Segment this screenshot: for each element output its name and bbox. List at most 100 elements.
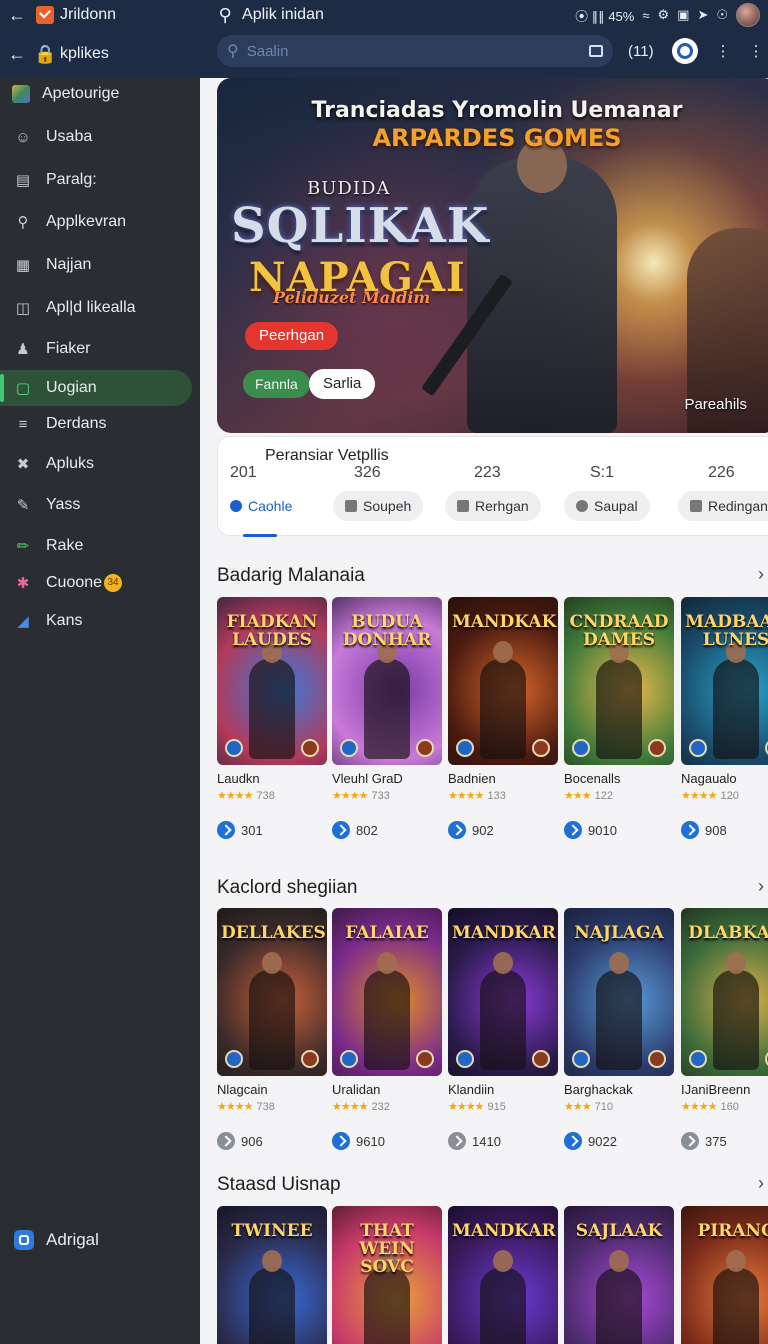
game-card[interactable]: THAT WEIN SOVC <box>332 1206 442 1344</box>
game-cover-art[interactable]: FALAIAE <box>332 908 442 1076</box>
game-title[interactable]: Vleuhl GraD <box>332 771 442 787</box>
game-cover-art[interactable]: THAT WEIN SOVC <box>332 1206 442 1344</box>
game-card[interactable]: CNDRAAD DAMES Bocenalls ★★★ 122 9010 <box>564 597 674 839</box>
game-card[interactable]: FIADKAN LAUDES Laudkn ★★★★ 738 301 <box>217 597 327 839</box>
game-cover-art[interactable]: MANDKAR <box>448 1206 558 1344</box>
search-field-icon: ⚲ <box>227 43 239 60</box>
profile-ring-icon[interactable] <box>671 38 698 64</box>
tab-saupal[interactable]: Saupal <box>564 491 650 521</box>
game-cover-art[interactable]: DELLAKES <box>217 908 327 1076</box>
download-count[interactable]: 375 <box>681 1132 768 1150</box>
game-cover-art[interactable]: FIADKAN LAUDES <box>217 597 327 765</box>
download-count[interactable]: 908 <box>681 821 768 839</box>
hero-tag-white[interactable]: Sarlia <box>309 369 376 399</box>
sidebar-item-12[interactable]: ✱ Cuoone 34 <box>0 565 192 601</box>
sidebar-item-6[interactable]: ♟ Fiaker <box>0 331 192 367</box>
game-cover-art[interactable]: NAJLAGA <box>564 908 674 1076</box>
game-cover-art[interactable]: BUDUA DONHAR <box>332 597 442 765</box>
download-count[interactable]: 902 <box>448 821 558 839</box>
sidebar-item-2[interactable]: ▤ Paralg: <box>0 162 192 198</box>
sidebar-item-4[interactable]: ▦ Najjan <box>0 247 192 283</box>
tab-soupeh[interactable]: Soupeh <box>333 491 424 521</box>
chevron-right-icon[interactable]: › <box>758 876 764 897</box>
game-cover-art[interactable]: MANDKAR <box>448 908 558 1076</box>
search-icon: ⚲ <box>17 214 29 231</box>
sidebar-item-13[interactable]: ◢ Kans <box>0 603 192 639</box>
game-card[interactable]: DLABKAR IJaniBreenn ★★★★160 375 <box>681 908 768 1150</box>
sidebar-item-11[interactable]: ✏ Rake <box>0 528 192 564</box>
game-card[interactable]: DELLAKES Nlagcain ★★★★ 738 906 <box>217 908 327 1150</box>
game-title[interactable]: Nagaualo <box>681 771 768 787</box>
download-count[interactable]: 9022 <box>564 1132 674 1150</box>
game-card[interactable]: BUDUA DONHAR Vleuhl GraD ★★★★ 733 802 <box>332 597 442 839</box>
game-card[interactable]: MANDKAR Klandiin ★★★★ 915 1410 <box>448 908 558 1150</box>
game-title[interactable]: Klandiin <box>448 1082 558 1098</box>
back-arrow-icon[interactable]: ← <box>0 5 34 26</box>
game-title[interactable]: Nlagcain <box>217 1082 327 1098</box>
game-cover-art[interactable]: TWINEE <box>217 1206 327 1344</box>
sidebar-item-3[interactable]: ⚲ Applkevran <box>0 204 192 240</box>
search-icon[interactable]: ⚲ <box>208 5 242 26</box>
sidebar-item-0[interactable]: Apetourige <box>0 76 192 112</box>
game-cover-art[interactable]: MANDKAK <box>448 597 558 765</box>
tab-rerhgan[interactable]: Rerhgan <box>445 491 541 521</box>
download-count[interactable]: 9010 <box>564 821 674 839</box>
game-title[interactable]: Laudkn <box>217 771 327 787</box>
search-input[interactable]: ⚲ Saalin <box>217 35 613 67</box>
game-card[interactable]: MADBAAR LUNES Nagaualo ★★★★120 908 <box>681 597 768 839</box>
chevron-right-icon[interactable]: › <box>758 1173 764 1194</box>
chevron-right-icon[interactable]: › <box>758 564 764 585</box>
download-count[interactable]: 1410 <box>448 1132 558 1150</box>
tab-counter[interactable]: (11) <box>628 43 654 60</box>
genre-badge-icon <box>416 739 434 757</box>
game-card[interactable]: TWINEE <box>217 1206 327 1344</box>
download-count[interactable]: 802 <box>332 821 442 839</box>
download-count[interactable]: 9610 <box>332 1132 442 1150</box>
app-square-icon <box>14 1230 34 1250</box>
sidebar-item-7-active[interactable]: ▢ Uogian <box>0 370 192 406</box>
game-cover-art[interactable]: SAJLAAK <box>564 1206 674 1344</box>
avatar[interactable] <box>736 3 760 27</box>
notification-icon[interactable]: ➤ <box>697 7 708 23</box>
game-cover-art[interactable]: CNDRAAD DAMES <box>564 597 674 765</box>
game-title[interactable]: Bocenalls <box>564 771 674 787</box>
user-icon: ☺ <box>15 128 31 146</box>
download-count[interactable]: 906 <box>217 1132 327 1150</box>
hero-tag-green[interactable]: Fannla <box>243 370 310 398</box>
game-cover-art[interactable]: DLABKAR <box>681 908 768 1076</box>
overflow-menu-icon[interactable]: ⋮ <box>749 42 764 60</box>
game-title[interactable]: IJaniBreenn <box>681 1082 768 1098</box>
game-cover-art[interactable]: PIRANC <box>681 1206 768 1344</box>
sidebar-item-10[interactable]: ✎ Yass <box>0 487 192 523</box>
game-cover-art[interactable]: MADBAAR LUNES <box>681 597 768 765</box>
game-card[interactable]: FALAIAE Uralidan ★★★★ 232 9610 <box>332 908 442 1150</box>
hero-primary-button[interactable]: Peerhgan <box>245 322 339 350</box>
game-title[interactable]: Uralidan <box>332 1082 442 1098</box>
game-card[interactable]: SAJLAAK <box>564 1206 674 1344</box>
sidebar-item-9[interactable]: ✖ Apluks <box>0 446 192 482</box>
sidebar-item-5[interactable]: ◫ Apl|d likealla <box>0 290 192 326</box>
sidebar-item-label: Applkevran <box>46 213 127 230</box>
game-title[interactable]: Badnien <box>448 771 558 787</box>
game-card[interactable]: MANDKAR <box>448 1206 558 1344</box>
sidebar-item-1[interactable]: ☺ Usaba <box>0 119 192 155</box>
game-card[interactable]: NAJLAGA Barghackak ★★★ 710 9022 <box>564 908 674 1150</box>
sidebar-bottom-item[interactable]: Adrigal <box>14 1230 99 1250</box>
tabs-icon[interactable] <box>589 45 603 57</box>
sidebar-item-8[interactable]: ≡ Derdans <box>0 406 192 442</box>
game-card[interactable]: MANDKAK Badnien ★★★★ 133 902 <box>448 597 558 839</box>
hero-subheadline: ARPARDES GOMES <box>372 124 622 152</box>
tab-redingan[interactable]: Redingan <box>678 491 768 521</box>
status-text: ⦿ ∥∥ 45% <box>575 8 635 24</box>
game-title[interactable]: Barghackak <box>564 1082 674 1098</box>
hero-banner[interactable]: Tranciadas Yromolin Uemanar ARPARDES GOM… <box>217 78 768 433</box>
more-menu-icon[interactable]: ⋮ <box>716 42 731 60</box>
back-icon[interactable]: ← <box>0 44 34 65</box>
download-count[interactable]: 301 <box>217 821 327 839</box>
star-rating-icon: ★★★★ <box>681 1101 717 1113</box>
tab-caohle[interactable]: Caohle <box>218 491 304 521</box>
game-card[interactable]: PIRANC <box>681 1206 768 1344</box>
tab-label[interactable]: kplikes <box>60 45 109 63</box>
cover-character <box>249 952 295 1070</box>
settings-icon[interactable]: ☉ <box>716 7 728 23</box>
